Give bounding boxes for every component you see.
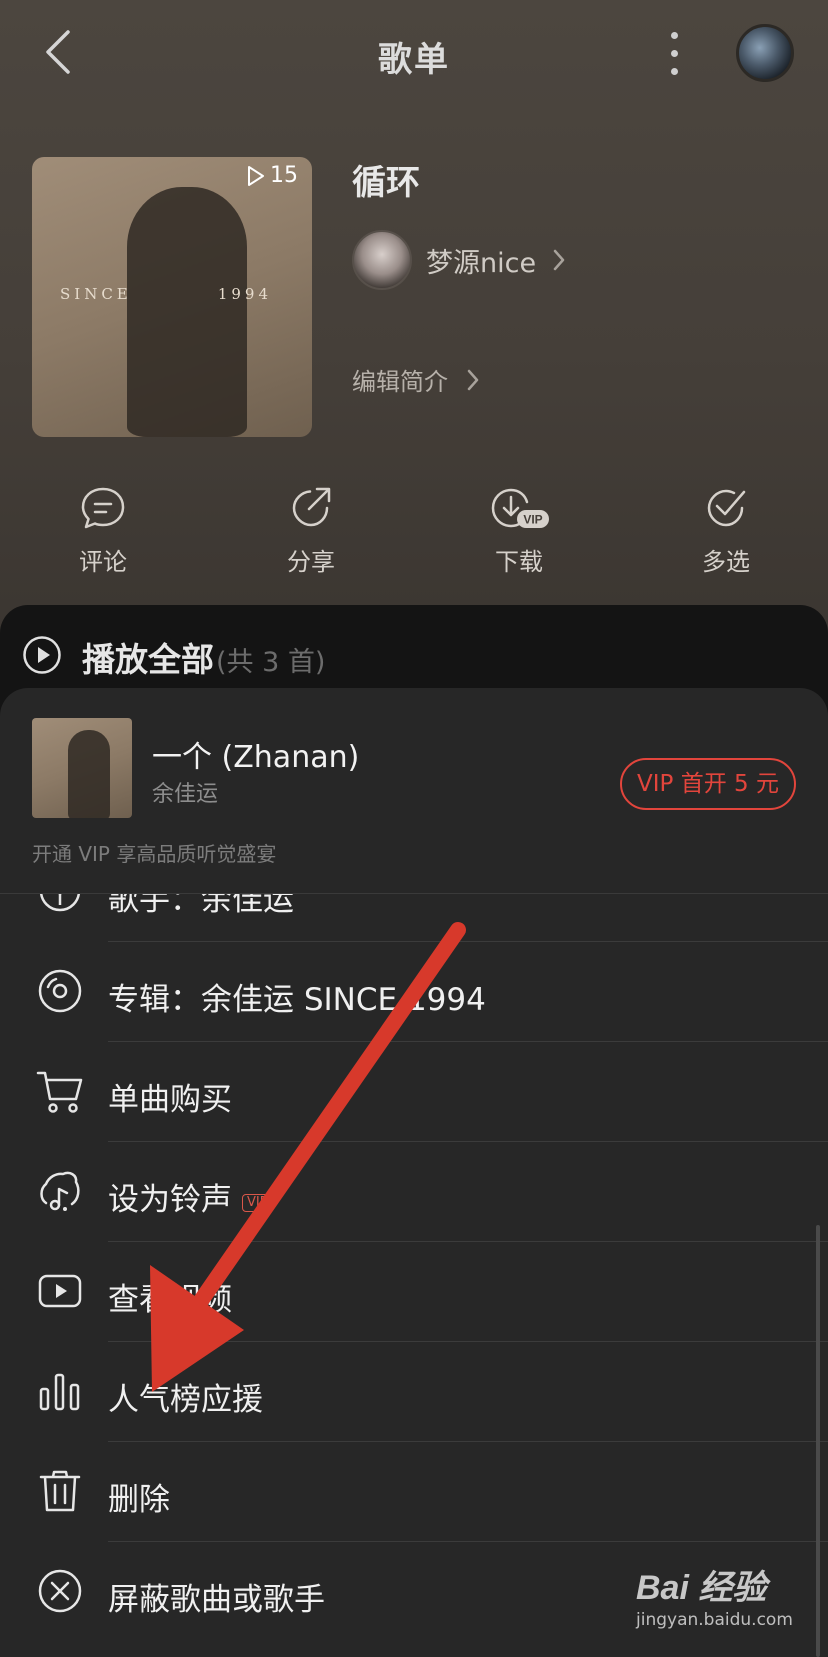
- trash-icon: [39, 1470, 81, 1512]
- menu-item-singer[interactable]: 歌手：余佳运: [0, 894, 828, 942]
- cover-silhouette: [127, 187, 247, 437]
- menu-item-popularity[interactable]: 人气榜应援: [0, 1342, 828, 1442]
- menu-label-block: 屏蔽歌曲或歌手: [108, 1582, 325, 1618]
- ringtone-text: 设为铃声: [108, 1182, 232, 1218]
- menu-label-buy-single: 单曲购买: [108, 1082, 232, 1118]
- play-all-count: (共 3 首): [216, 647, 326, 678]
- menu-label-ringtone: 设为铃声 VIP: [108, 1174, 273, 1219]
- creator-avatar: [352, 230, 412, 290]
- page-title: 歌单: [378, 40, 450, 80]
- chevron-right-icon: [553, 249, 565, 271]
- comment-label: 评论: [79, 548, 127, 576]
- download-button[interactable]: VIP 下载: [459, 484, 579, 577]
- menu-label-album: 专辑：余佳运 SINCE 1994: [108, 982, 486, 1018]
- menu-item-buy-single[interactable]: 单曲购买: [0, 1042, 828, 1142]
- share-icon: [292, 487, 331, 527]
- watermark-logo: Bai 经验: [636, 1569, 767, 1607]
- watermark-url: jingyan.baidu.com: [636, 1610, 793, 1630]
- user-avatar[interactable]: [736, 24, 794, 82]
- song-artist: 余佳运: [152, 782, 219, 807]
- menu-item-album[interactable]: 专辑：余佳运 SINCE 1994: [0, 942, 828, 1042]
- multi-select-icon: [707, 489, 746, 527]
- playlist-actions: 评论 分享 VIP 下载 多选: [0, 484, 828, 577]
- menu-label-singer: 歌手：余佳运: [108, 894, 294, 918]
- multi-select-button[interactable]: 多选: [666, 484, 786, 577]
- multi-select-label: 多选: [702, 548, 750, 576]
- play-all-text: 播放全部: [82, 640, 214, 679]
- album-disc-icon: [38, 969, 82, 1013]
- play-count-icon: [248, 165, 264, 186]
- menu-item-delete[interactable]: 删除: [0, 1442, 828, 1542]
- play-count-value: 15: [270, 163, 298, 188]
- play-all-label: 播放全部(共 3 首): [82, 633, 325, 681]
- playlist-creator[interactable]: 梦源nice: [352, 230, 570, 290]
- share-button[interactable]: 分享: [251, 484, 371, 577]
- cart-icon: [36, 1071, 83, 1113]
- chevron-right-icon: [467, 369, 479, 390]
- song-title: 一个 (Zhanan): [152, 740, 360, 775]
- singer-icon: [39, 894, 81, 912]
- share-label: 分享: [287, 548, 335, 576]
- menu-item-ringtone[interactable]: 设为铃声 VIP: [0, 1142, 828, 1242]
- vip-tip-text: 开通 VIP 享高品质听觉盛宴: [32, 842, 277, 866]
- sheet-scrollbar[interactable]: [816, 1225, 820, 1657]
- video-icon: [38, 1274, 82, 1308]
- navbar: 歌单: [0, 0, 828, 105]
- bar-chart-icon: [39, 1373, 80, 1411]
- cover-text-since: SINCE: [60, 285, 132, 303]
- playlist-name: 循环: [352, 163, 420, 203]
- more-dot-icon: [670, 68, 678, 75]
- options-menu: 歌手：余佳运 专辑：余佳运 SINCE 1994 单曲购买 设为铃声 VIP 查…: [0, 894, 828, 1657]
- song-thumbnail: [32, 718, 132, 818]
- song-options-sheet: 一个 (Zhanan) 余佳运 VIP 首开 5 元 开通 VIP 享高品质听觉…: [0, 688, 828, 1657]
- baidu-jingyan-watermark: Bai 经验 jingyan.baidu.com: [636, 1560, 816, 1650]
- edit-intro-label: 编辑简介: [352, 368, 448, 396]
- play-count: 15: [246, 163, 298, 188]
- creator-name: 梦源nice: [426, 247, 537, 279]
- thumb-silhouette: [68, 730, 110, 818]
- download-vip-badge: VIP: [523, 513, 542, 527]
- ringtone-icon: [40, 1171, 80, 1211]
- block-icon: [38, 1569, 82, 1613]
- download-vip-icon: VIP: [491, 488, 549, 528]
- menu-label-delete: 删除: [108, 1482, 170, 1518]
- more-dot-icon: [670, 32, 678, 39]
- comment-button[interactable]: 评论: [43, 484, 163, 577]
- vip-tag: VIP: [242, 1194, 273, 1212]
- download-label: 下载: [495, 548, 543, 576]
- more-dot-icon: [670, 50, 678, 57]
- vip-first-open-button[interactable]: VIP 首开 5 元: [620, 758, 796, 810]
- menu-item-video[interactable]: 查看视频: [0, 1242, 828, 1342]
- play-circle-icon: [23, 636, 61, 674]
- comment-icon: [81, 487, 125, 529]
- playlist-cover[interactable]: SINCE 1994 15: [32, 157, 312, 437]
- cover-text-year: 1994: [217, 285, 272, 303]
- menu-label-popularity: 人气榜应援: [108, 1382, 263, 1418]
- edit-intro-link[interactable]: 编辑简介: [352, 362, 482, 397]
- more-menu-button[interactable]: [660, 28, 688, 78]
- menu-label-video: 查看视频: [108, 1282, 232, 1318]
